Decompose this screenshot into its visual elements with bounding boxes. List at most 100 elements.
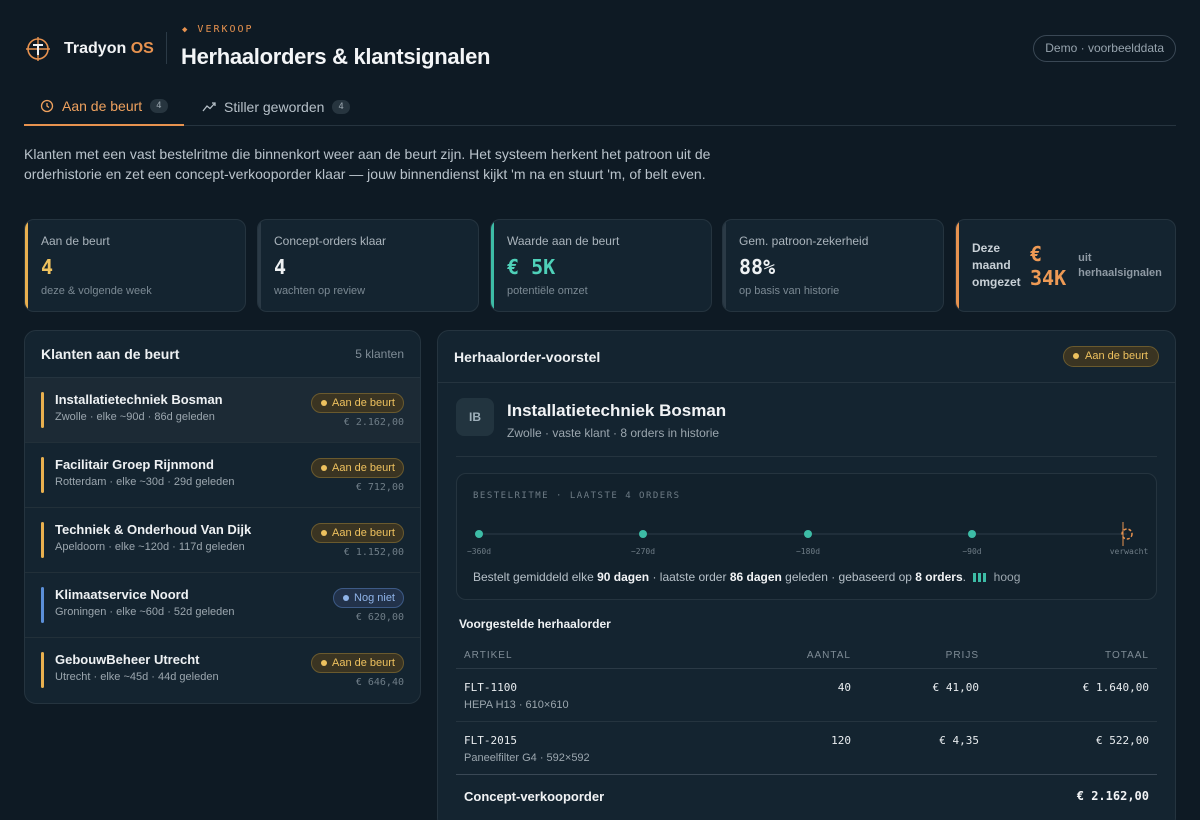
timeline-label: −270d bbox=[631, 547, 655, 556]
detail-header: Herhaalorder-voorstel Aan de beurt bbox=[438, 331, 1175, 383]
tab-label: Aan de beurt bbox=[62, 98, 143, 114]
customer-row[interactable]: Techniek & Onderhoud Van Dijk Apeldoorn … bbox=[25, 508, 420, 573]
line-qty: 40 bbox=[837, 681, 851, 694]
row-amount: € 1.152,00 bbox=[343, 547, 404, 558]
kpi-sub: op basis van historie bbox=[739, 285, 840, 297]
line-total: € 1.640,00 bbox=[1082, 681, 1149, 694]
article-desc: HEPA H13 · 610×610 bbox=[464, 699, 569, 711]
page-title: Herhaalorders & klantsignalen bbox=[181, 44, 491, 69]
order-rhythm-card: BESTELRITME · LAATSTE 4 ORDERS −360d −27… bbox=[456, 473, 1157, 600]
diamond-icon: ◆ bbox=[182, 24, 190, 35]
kpi-label: Concept-orders klaar bbox=[274, 234, 387, 248]
kpi-accent bbox=[956, 220, 959, 311]
kpi-label: Aan de beurt bbox=[41, 234, 110, 248]
kpi-value: 4 bbox=[41, 255, 54, 279]
header-divider bbox=[166, 32, 167, 64]
row-amount: € 620,00 bbox=[355, 612, 404, 623]
kpi-accent bbox=[25, 220, 28, 311]
table-row[interactable]: FLT-2015 Paneelfilter G4 · 592×592 120 €… bbox=[456, 722, 1157, 775]
kpi-sub: wachten op review bbox=[274, 285, 366, 297]
kpi-card-concept-orders: Concept-orders klaar 4 wachten op review bbox=[257, 219, 479, 312]
kpi-accent bbox=[491, 220, 494, 311]
kpi-value: 88% bbox=[739, 255, 776, 279]
row-amount: € 646,40 bbox=[355, 677, 404, 688]
row-amount: € 712,00 bbox=[355, 482, 404, 493]
kpi-value: € 34K bbox=[1030, 241, 1067, 290]
trend-icon bbox=[202, 102, 216, 112]
total-value: € 2.162,00 bbox=[1076, 789, 1149, 803]
timeline-point bbox=[475, 530, 483, 538]
customer-row[interactable]: Installatietechniek Bosman Zwolle · elke… bbox=[25, 378, 420, 443]
row-amount: € 2.162,00 bbox=[343, 417, 404, 428]
rhythm-caption: BESTELRITME · LAATSTE 4 ORDERS bbox=[473, 491, 681, 501]
brand-name: Tradyon OS bbox=[64, 40, 154, 57]
kpi-row: Aan de beurt 4 deze & volgende week Conc… bbox=[24, 219, 1176, 312]
tab-stiller-geworden[interactable]: Stiller geworden 4 bbox=[186, 88, 366, 126]
timeline-point bbox=[639, 530, 647, 538]
col-article: ARTIKEL bbox=[464, 650, 513, 661]
kpi-value: € 5K bbox=[507, 255, 556, 279]
timeline-label: −360d bbox=[467, 547, 491, 556]
row-accent bbox=[41, 522, 44, 558]
clock-icon bbox=[40, 99, 54, 113]
row-accent bbox=[41, 652, 44, 688]
kpi-accent bbox=[723, 220, 726, 311]
status-badge: Aan de beurt bbox=[311, 523, 404, 543]
customer-row[interactable]: GebouwBeheer Utrecht Utrecht · elke ~45d… bbox=[25, 638, 420, 703]
confidence-label: hoog bbox=[993, 570, 1021, 584]
article-desc: Paneelfilter G4 · 592×592 bbox=[464, 752, 590, 764]
rhythm-summary: Bestelt gemiddeld elke 90 dagen · laatst… bbox=[473, 570, 1021, 584]
customer-row[interactable]: Klimaatservice Noord Groningen · elke ~6… bbox=[25, 573, 420, 638]
kpi-label: Deze maand omgezet bbox=[972, 241, 1021, 289]
brand-logo[interactable]: Tradyon OS bbox=[24, 35, 154, 63]
article-code: FLT-2015 bbox=[464, 734, 517, 747]
kpi-label: Gem. patroon-zekerheid bbox=[739, 234, 869, 248]
order-timeline: −360d −270d −180d −90d verwacht bbox=[467, 522, 1149, 556]
kpi-accent bbox=[258, 220, 261, 311]
kpi-label: Waarde aan de beurt bbox=[507, 234, 620, 248]
customer-list-panel: Klanten aan de beurt 5 klanten Installat… bbox=[24, 330, 421, 704]
tab-label: Stiller geworden bbox=[224, 99, 325, 115]
status-badge: Aan de beurt bbox=[311, 393, 404, 413]
timeline-point bbox=[804, 530, 812, 538]
intro-text: Klanten met een vast bestelritme die bin… bbox=[24, 146, 711, 182]
kpi-card-aan-de-beurt: Aan de beurt 4 deze & volgende week bbox=[24, 219, 246, 312]
timeline-label: verwacht bbox=[1110, 547, 1149, 556]
col-qty: AANTAL bbox=[806, 650, 851, 661]
timeline-label: −90d bbox=[962, 547, 981, 556]
status-badge: Nog niet bbox=[333, 588, 404, 608]
status-badge: Aan de beurt bbox=[1063, 346, 1159, 367]
row-accent bbox=[41, 392, 44, 428]
line-qty: 120 bbox=[831, 734, 851, 747]
table-row[interactable]: FLT-1100 HEPA H13 · 610×610 40 € 41,00 €… bbox=[456, 669, 1157, 722]
status-badge: Aan de beurt bbox=[311, 458, 404, 478]
col-price: PRIJS bbox=[945, 650, 979, 661]
row-accent bbox=[41, 587, 44, 623]
list-header: Klanten aan de beurt 5 klanten bbox=[25, 331, 420, 378]
tab-aan-de-beurt[interactable]: Aan de beurt 4 bbox=[24, 88, 184, 126]
kpi-sub: uit herhaalsignalen bbox=[1078, 251, 1162, 279]
table-header: ARTIKEL AANTAL PRIJS TOTAAL bbox=[456, 641, 1157, 669]
timeline-label: −180d bbox=[796, 547, 820, 556]
kpi-value: 4 bbox=[274, 255, 287, 279]
suggestion-title: Voorgestelde herhaalorder bbox=[459, 617, 611, 631]
list-count: 5 klanten bbox=[355, 347, 404, 361]
kpi-sub: deze & volgende week bbox=[41, 285, 152, 297]
tab-bar: Aan de beurt 4 Stiller geworden 4 bbox=[24, 88, 1176, 126]
line-total: € 522,00 bbox=[1096, 734, 1149, 747]
list-title: Klanten aan de beurt bbox=[41, 346, 180, 362]
customer-summary: IB Installatietechniek Bosman Zwolle · v… bbox=[456, 398, 1157, 457]
confidence-bars-icon bbox=[973, 573, 987, 582]
tab-count: 4 bbox=[332, 100, 350, 114]
article-code: FLT-1100 bbox=[464, 681, 517, 694]
customer-row[interactable]: Facilitair Groep Rijnmond Rotterdam · el… bbox=[25, 443, 420, 508]
customer-name: Installatietechniek Bosman bbox=[507, 401, 727, 420]
total-label: Concept-verkooporder bbox=[464, 789, 605, 804]
demo-badge: Demo · voorbeelddata bbox=[1033, 35, 1176, 62]
status-badge: Aan de beurt bbox=[311, 653, 404, 673]
reorder-proposal-panel: Herhaalorder-voorstel Aan de beurt IB In… bbox=[437, 330, 1176, 820]
page-header: Tradyon OS ◆ VERKOOP Herhaalorders & klan… bbox=[24, 22, 1176, 74]
line-price: € 41,00 bbox=[932, 681, 979, 694]
row-accent bbox=[41, 457, 44, 493]
order-total-row: Concept-verkooporder € 2.162,00 bbox=[456, 774, 1157, 814]
